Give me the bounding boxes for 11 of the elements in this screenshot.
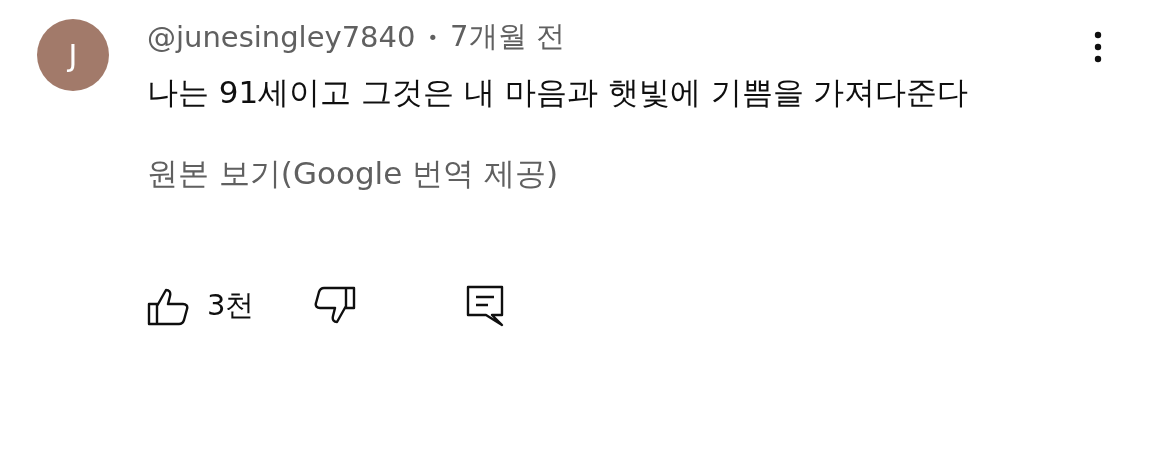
reply-icon[interactable] (466, 285, 505, 327)
avatar[interactable]: J (37, 19, 109, 91)
thumbs-up-icon[interactable] (147, 286, 189, 326)
like-count: 3천 (207, 287, 255, 324)
author-name[interactable]: @junesingley7840 (147, 20, 416, 54)
show-original-link[interactable]: 원본 보기(Google 번역 제공) (147, 153, 559, 195)
separator-dot: • (427, 26, 439, 48)
thumbs-down-icon[interactable] (314, 286, 357, 326)
more-options-icon[interactable] (1094, 31, 1102, 63)
comment-time: 7개월 전 (450, 18, 565, 55)
comment-text: 나는 91세이고 그것은 내 마음과 햇빛에 기쁨을 가져다준다 (147, 73, 970, 112)
